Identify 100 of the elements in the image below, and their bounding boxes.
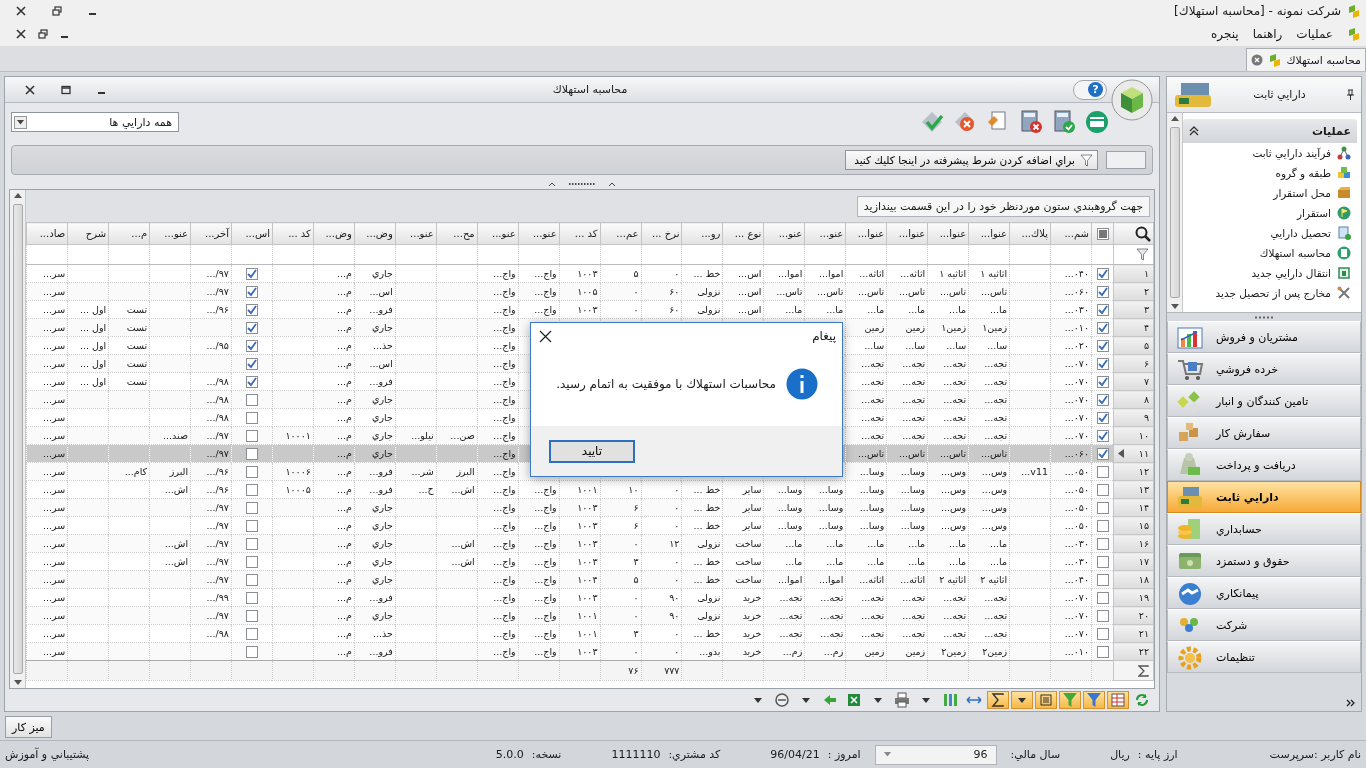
maximize-icon[interactable] xyxy=(61,84,71,95)
scroll-up-icon[interactable] xyxy=(1170,116,1179,121)
row-checkbox[interactable] xyxy=(1096,303,1109,316)
sidebar-item[interactable]: انتقال دارايي جديد xyxy=(1183,263,1357,283)
column-header[interactable]: شم... xyxy=(1050,222,1092,245)
check-icon[interactable] xyxy=(920,110,944,134)
checkbox[interactable] xyxy=(245,267,258,280)
search-icon[interactable] xyxy=(1135,225,1151,242)
checkbox[interactable] xyxy=(245,393,258,406)
caret-button[interactable] xyxy=(1011,691,1033,709)
checkbox[interactable] xyxy=(245,627,258,640)
column-header[interactable]: مح... xyxy=(436,222,478,245)
row-checkbox[interactable] xyxy=(1096,267,1109,280)
column-header[interactable]: كد ... xyxy=(272,222,314,245)
column-header[interactable]: عنو... xyxy=(395,222,437,245)
table-row[interactable]: ۱۷ ۰۳۰... ما... ما... ما... ما... ما... ما... ساخت خط ... ۰ ۳ ۱۰۰۳ واج... واج... اش... جاري م... ۹۷/... اش... سر... xyxy=(26,552,1154,571)
module-button[interactable]: سفارش كار xyxy=(1167,417,1361,449)
support-link[interactable]: پشتيباني و آموزش xyxy=(5,748,90,761)
row-checkbox[interactable] xyxy=(1096,519,1109,532)
menu-item[interactable]: پنجره xyxy=(1211,27,1239,41)
table-row[interactable]: ۲ ۰۶۰... تاس... تاس... تاس... تاس... تاس... تاس... اس... نزولی ۶۰ ۰ ۱۰۰۵ واج... واج... اس... م... ۹۷/... سر... xyxy=(26,282,1154,301)
chevron-icon[interactable] xyxy=(1346,699,1355,707)
column-header[interactable]: م... xyxy=(108,222,150,245)
scrollbar[interactable] xyxy=(10,190,26,688)
table-row[interactable]: ۳ ۰۳۰... ما... ما... ما... ما... ما... ما... اس... نزولی ۶۰ ۰ ۱۰۰۳ واج... واج... فرو... م... ۹۶/... تست اول ... سر... xyxy=(26,300,1154,319)
splitter-handle-icon[interactable] xyxy=(1254,315,1274,319)
sum-button[interactable] xyxy=(987,691,1009,709)
sidebar-item[interactable]: استقرار xyxy=(1183,203,1357,223)
table-row[interactable]: ۱۵ ۰۵۰... وس... وس... وسا... وسا... وسا... وسا... سایر خط ... ۰ ۶ ۱۰۰۳ واج... واج... جاري م... ۹۷/... سر... xyxy=(26,516,1154,535)
column-header[interactable]: آخر... xyxy=(190,222,232,245)
module-button[interactable]: مشتريان و فروش xyxy=(1167,321,1361,353)
checkbox[interactable] xyxy=(245,411,258,424)
close-icon[interactable] xyxy=(16,29,26,39)
row-checkbox[interactable] xyxy=(1096,609,1109,622)
row-checkbox[interactable] xyxy=(1096,447,1109,460)
row-checkbox[interactable] xyxy=(1096,573,1109,586)
close-icon[interactable] xyxy=(25,84,35,95)
card-icon[interactable] xyxy=(1085,110,1109,134)
sidebar-item[interactable]: تحصيل دارايي xyxy=(1183,223,1357,243)
column-header[interactable]: عم... xyxy=(600,222,641,245)
module-button[interactable]: دارايي ثابت xyxy=(1167,481,1361,513)
column-header[interactable]: وض... xyxy=(313,222,355,245)
row-checkbox[interactable] xyxy=(1096,321,1109,334)
table-row[interactable]: ۱ ۰۴۰... اثاثیه ۱ اثاثیه ۱ اثاثه... اثاثه... اموا... اموا... اس... خط ... ۰ ۵ ۱۰۰۳ واج... واج... جاري م... ۹۷/... سر... xyxy=(26,264,1154,283)
close-icon[interactable] xyxy=(16,6,26,16)
checkbox[interactable] xyxy=(245,429,258,442)
column-header[interactable]: عنوا... xyxy=(886,222,928,245)
row-checkbox[interactable] xyxy=(1096,285,1109,298)
row-checkbox[interactable] xyxy=(1096,375,1109,388)
row-checkbox[interactable] xyxy=(1096,411,1109,424)
checkbox[interactable] xyxy=(245,285,258,298)
menu-item[interactable]: راهنما xyxy=(1252,27,1283,41)
checkbox[interactable] xyxy=(245,519,258,532)
sidebar-item[interactable]: طبقه و گروه xyxy=(1183,163,1357,183)
column-header[interactable]: صاد... xyxy=(26,222,68,245)
help-button[interactable]: ? xyxy=(1073,79,1107,100)
sidebar-item[interactable]: مخارج پس از تحصيل جديد xyxy=(1183,283,1357,303)
column-header[interactable]: پلاك... xyxy=(1009,222,1051,245)
sidebar-item[interactable]: محل استقرار xyxy=(1183,183,1357,203)
table-row[interactable]: ۲۰ ۰۷۰... تجه... تجه... تجه... تجه... تجه... تجه... خرید نزولی ۹۰ ۰ ۱۰۰۱ واج... واج... جاري م... ۹۷/... سر... xyxy=(26,606,1154,625)
checkbox[interactable] xyxy=(245,321,258,334)
checkbox[interactable] xyxy=(245,483,258,496)
text-field[interactable] xyxy=(1106,151,1146,169)
column-header[interactable]: عنو... xyxy=(149,222,191,245)
scroll-down-icon[interactable] xyxy=(13,680,22,685)
restore-icon[interactable] xyxy=(52,6,62,16)
filter-button[interactable] xyxy=(1083,691,1105,709)
column-header[interactable]: رو... xyxy=(681,222,723,245)
menu-item[interactable]: عمليات xyxy=(1296,27,1333,41)
module-button[interactable]: خرده فروشي xyxy=(1167,353,1361,385)
checkbox[interactable] xyxy=(245,357,258,370)
table-row[interactable]: ۱۹ ۰۷۰... تجه... تجه... تجه... تجه... تجه... تجه... خرید نزولی ۹۰ ۰ ۱۰۰۳ واج... واج... فرو... م... ۹۹/... سر... xyxy=(26,588,1154,607)
fiscal-year-dropdown[interactable]: 96 xyxy=(874,744,997,765)
checkbox[interactable] xyxy=(245,537,258,550)
pin-icon[interactable] xyxy=(1346,89,1355,100)
scroll-up-icon[interactable] xyxy=(13,193,22,198)
row-checkbox[interactable] xyxy=(1096,627,1109,640)
filter-row-icon[interactable] xyxy=(1136,248,1149,261)
column-header[interactable]: عنو... xyxy=(763,222,805,245)
delete-icon[interactable] xyxy=(953,110,977,134)
scroll-down-icon[interactable] xyxy=(1170,304,1179,309)
checkbox[interactable] xyxy=(245,447,258,460)
document-tab[interactable]: محاسبه استهلاك xyxy=(1246,48,1366,71)
restore-icon[interactable] xyxy=(38,29,48,39)
tab-close-icon[interactable] xyxy=(1251,54,1264,66)
select-all-checkbox[interactable] xyxy=(1096,227,1109,240)
row-checkbox[interactable] xyxy=(1096,537,1109,550)
column-header[interactable]: نوع ... xyxy=(722,222,764,245)
table-row[interactable]: ۲۱ ۰۷۰... تجه... تجه... تجه... تجه... تجه... تجه... خرید خط ... ۰ ۳ ۱۰۰۱ واج... واج... حذ... م... ۹۸/... سر... xyxy=(26,624,1154,643)
row-checkbox[interactable] xyxy=(1096,465,1109,478)
module-button[interactable]: تامين كنندگان و انبار xyxy=(1167,385,1361,417)
splitter-handle-icon[interactable] xyxy=(547,181,617,187)
table-row[interactable]: ۲۲ ۰۱۰... زمین۲ زمین۲ زمین زمین زم... زم... خرید بدو... ۰ ۰ ۱۰۰۳ واج... واج... فرو... م... سر... xyxy=(26,642,1154,661)
checkbox[interactable] xyxy=(245,573,258,586)
checkbox[interactable] xyxy=(245,339,258,352)
checkbox[interactable] xyxy=(245,501,258,514)
row-checkbox[interactable] xyxy=(1096,393,1109,406)
checkbox[interactable] xyxy=(245,303,258,316)
column-header[interactable]: عنوا... xyxy=(968,222,1010,245)
checkbox[interactable] xyxy=(245,555,258,568)
